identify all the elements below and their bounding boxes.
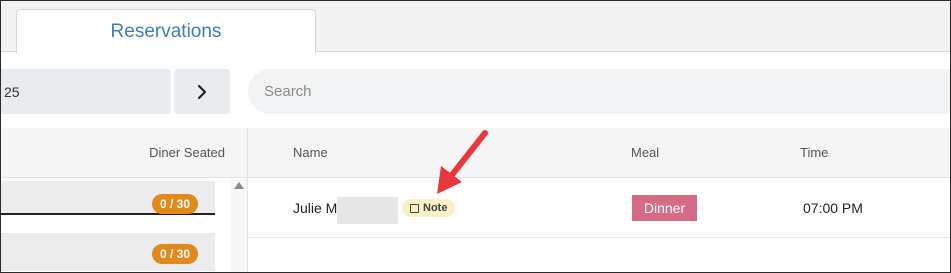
diner-seated-header: Diner Seated (149, 145, 225, 160)
note-icon (410, 203, 419, 213)
date-field[interactable]: 25 (1, 69, 171, 114)
note-chip[interactable]: Note (402, 199, 456, 217)
table-row[interactable]: Julie M Note Dinner 07:00 PM (248, 179, 950, 238)
tab-bar: Reservations (1, 1, 950, 53)
reservations-table: Name Meal Time Julie M Note Dinner 07:00… (248, 128, 950, 272)
date-value: 25 (4, 83, 20, 100)
chevron-right-icon (197, 84, 207, 99)
tab-reservations[interactable]: Reservations (16, 9, 316, 53)
table-header: Name Meal Time (248, 128, 950, 178)
app-window: Reservations 25 Search Diner Seated 0 / … (0, 0, 951, 273)
capacity-badge: 0 / 30 (152, 194, 198, 214)
column-header-name[interactable]: Name (293, 145, 328, 160)
next-date-button[interactable] (174, 69, 230, 114)
time-slot-row[interactable]: 0 / 30 (1, 181, 215, 215)
meal-badge: Dinner (632, 195, 697, 221)
time-slot-panel: Diner Seated 0 / 30 0 / 30 (1, 128, 248, 272)
reservation-time: 07:00 PM (803, 200, 863, 216)
note-label: Note (423, 202, 448, 214)
redacted-surname (337, 197, 398, 224)
scroll-up-arrow-icon[interactable] (234, 182, 244, 189)
time-slot-row[interactable]: 0 / 30 (1, 233, 215, 271)
capacity-badge: 0 / 30 (152, 244, 198, 264)
guest-name: Julie M (293, 200, 338, 216)
search-placeholder: Search (264, 83, 312, 100)
search-input[interactable]: Search (248, 69, 950, 114)
column-header-time[interactable]: Time (800, 145, 828, 160)
slot-panel-header: Diner Seated (1, 128, 247, 178)
slot-scrollbar[interactable] (231, 179, 247, 272)
column-header-meal[interactable]: Meal (631, 145, 659, 160)
toolbar: 25 Search (1, 53, 950, 128)
